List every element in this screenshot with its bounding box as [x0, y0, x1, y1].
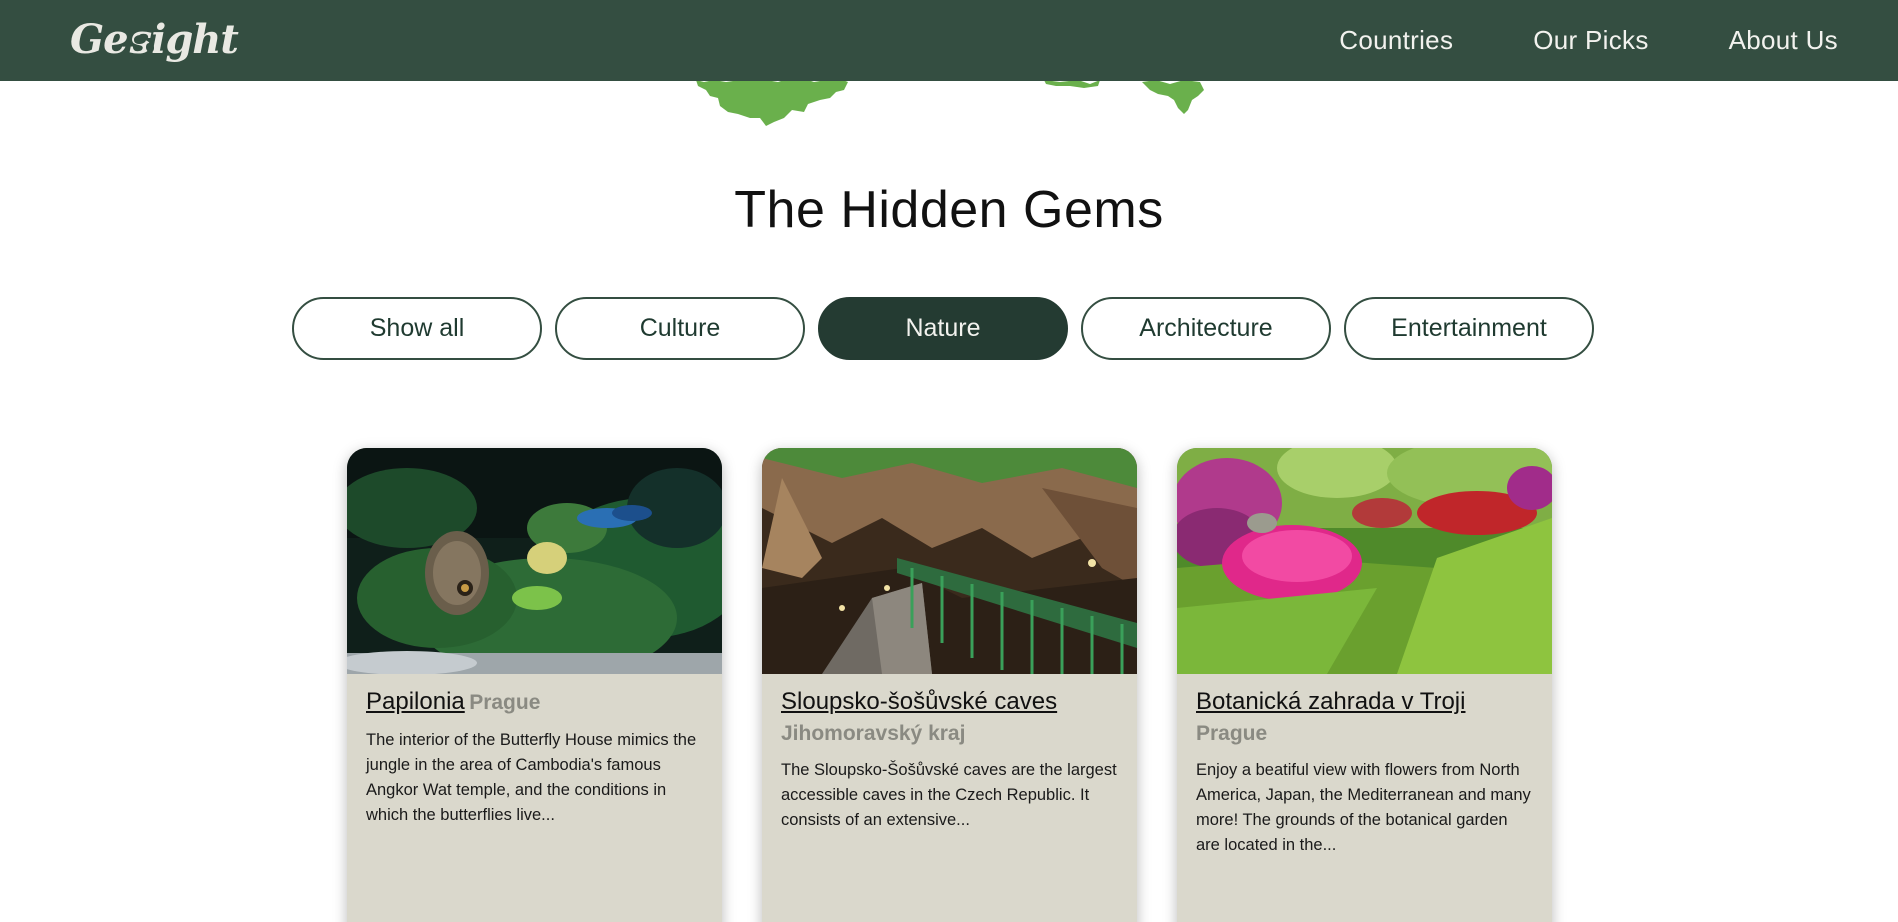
- map-region-west: [696, 74, 848, 126]
- card-description: Enjoy a beatiful view with flowers from …: [1196, 761, 1531, 854]
- top-navbar: Ge sight Countries Our Picks About Us: [0, 0, 1898, 81]
- category-filters: Show all Culture Nature Architecture Ent…: [292, 297, 1594, 360]
- card-heading: Papilonia Prague: [366, 688, 703, 716]
- logo-text-left: Ge: [70, 16, 129, 63]
- place-card-botanicka-zahrada[interactable]: Botanická zahrada v Troji Prague Enjoy a…: [1177, 448, 1552, 922]
- card-heading: Sloupsko-šošůvské caves: [781, 688, 1118, 716]
- card-heading: Botanická zahrada v Troji: [1196, 688, 1533, 716]
- nav-link-our-picks[interactable]: Our Picks: [1533, 25, 1648, 56]
- card-body: Sloupsko-šošůvské caves Jihomoravský kra…: [762, 674, 1137, 833]
- section-title: The Hidden Gems: [734, 181, 1164, 239]
- card-image-garden[interactable]: [1177, 448, 1552, 674]
- card-image-cave[interactable]: [762, 448, 1137, 674]
- place-card-papilonia[interactable]: Papilonia Prague The interior of the But…: [347, 448, 722, 922]
- nav-link-about-us[interactable]: About Us: [1729, 25, 1838, 56]
- map-region-east: [1142, 80, 1204, 114]
- place-card-sloupsko-caves[interactable]: Sloupsko-šošůvské caves Jihomoravský kra…: [762, 448, 1137, 922]
- card-location: Jihomoravský kraj: [781, 722, 966, 745]
- geosight-logo[interactable]: Ge sight: [70, 10, 239, 70]
- nav-links: Countries Our Picks About Us: [1339, 0, 1838, 81]
- filter-architecture-button[interactable]: Architecture: [1081, 297, 1331, 360]
- card-title[interactable]: Papilonia: [366, 688, 465, 715]
- card-title[interactable]: Botanická zahrada v Troji: [1196, 688, 1465, 715]
- card-description: The interior of the Butterfly House mimi…: [366, 731, 697, 824]
- nav-link-countries[interactable]: Countries: [1339, 25, 1453, 56]
- card-description: The Sloupsko-Šošůvské caves are the larg…: [781, 761, 1117, 829]
- filter-entertainment-button[interactable]: Entertainment: [1344, 297, 1594, 360]
- card-body: Papilonia Prague The interior of the But…: [347, 674, 722, 828]
- card-title[interactable]: Sloupsko-šošůvské caves: [781, 688, 1057, 715]
- card-body: Botanická zahrada v Troji Prague Enjoy a…: [1177, 674, 1552, 858]
- place-cards: Papilonia Prague The interior of the But…: [0, 448, 1898, 922]
- map-region-middle: [1044, 80, 1100, 88]
- card-image-butterfly[interactable]: [347, 448, 722, 674]
- logo-text-right: sight: [129, 16, 239, 63]
- card-location: Prague: [1196, 722, 1268, 745]
- filter-nature-button[interactable]: Nature: [818, 297, 1068, 360]
- card-location: Prague: [469, 691, 541, 714]
- filter-show-all-button[interactable]: Show all: [292, 297, 542, 360]
- filter-culture-button[interactable]: Culture: [555, 297, 805, 360]
